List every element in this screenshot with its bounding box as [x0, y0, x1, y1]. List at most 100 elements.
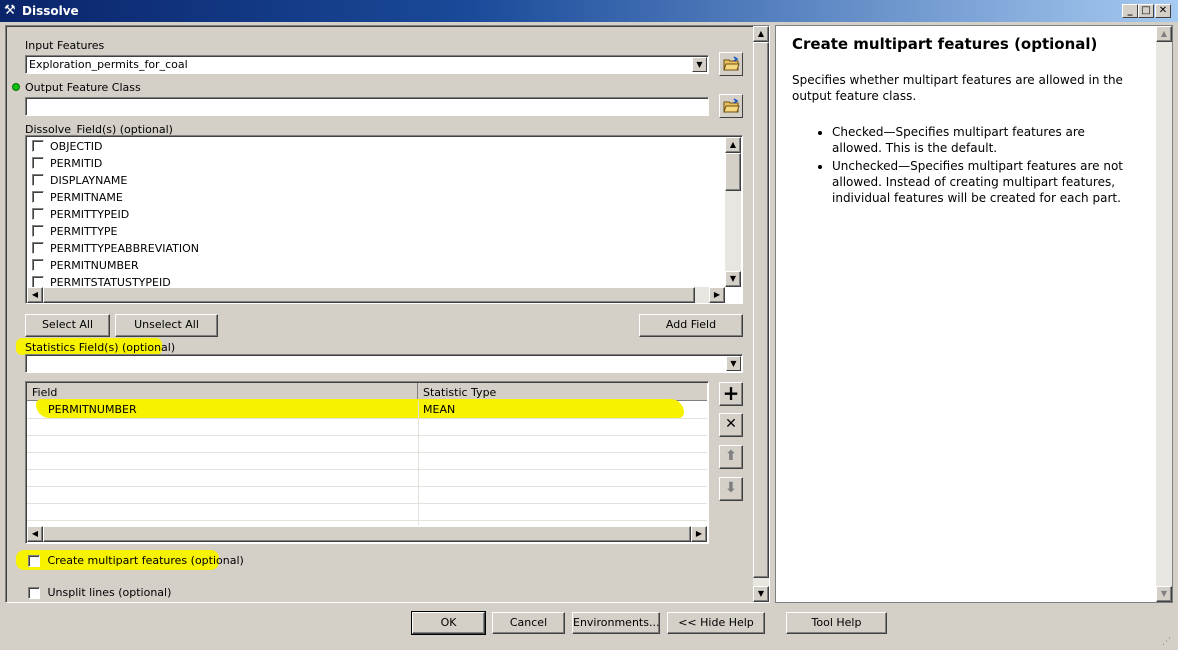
grid-header-statistic: Statistic Type: [423, 386, 497, 399]
panel-vscrollbar[interactable]: ▲ ▼: [753, 26, 769, 602]
statistics-grid: Field Statistic Type PERMITNUMBER MEAN ◀…: [25, 381, 709, 544]
dissolve-fields-list: OBJECTID PERMITID DISPLAYNAME PERMITNAME PER…: [25, 135, 743, 304]
list-item[interactable]: PERMITTYPE: [32, 223, 118, 240]
field-checkbox[interactable]: [32, 242, 44, 254]
scroll-up-icon[interactable]: ▲: [753, 26, 769, 42]
list-item[interactable]: PERMITTYPEID: [32, 206, 129, 223]
input-features-value: Exploration_permits_for_coal: [29, 58, 188, 71]
scroll-thumb[interactable]: [43, 526, 691, 542]
scroll-thumb[interactable]: [753, 42, 769, 578]
field-checkbox[interactable]: [32, 259, 44, 271]
maximize-button[interactable]: □: [1138, 4, 1154, 18]
field-label: PERMITID: [50, 157, 103, 170]
move-up-button[interactable]: ⬆: [719, 445, 743, 469]
hammer-icon: ⚒: [4, 3, 16, 18]
multipart-label: Create multipart features (optional): [47, 554, 244, 567]
help-bullet: Unchecked—Specifies multipart features a…: [832, 158, 1137, 206]
dropdown-arrow-icon[interactable]: ▼: [726, 356, 741, 371]
unselect-all-button[interactable]: Unselect All: [115, 314, 218, 337]
statistics-fields-label: Statistics Field(s) (optional): [25, 341, 176, 354]
required-indicator-icon: [12, 83, 20, 91]
list-item[interactable]: DISPLAYNAME: [32, 172, 127, 189]
grid-hscrollbar[interactable]: ◀ ▶: [27, 526, 707, 542]
multipart-checkbox[interactable]: [28, 555, 40, 567]
scroll-thumb[interactable]: [725, 153, 741, 191]
input-features-combo[interactable]: Exploration_permits_for_coal ▼: [25, 55, 709, 74]
grid-row-line: [27, 469, 707, 470]
dissolve-list-vscrollbar[interactable]: ▲ ▼: [725, 137, 741, 287]
select-all-button[interactable]: Select All: [25, 314, 110, 337]
help-title: Create multipart features (optional): [792, 35, 1098, 53]
field-label: PERMITTYPEID: [50, 208, 130, 221]
field-label: PERMITTYPE: [50, 225, 118, 238]
field-label: OBJECTID: [50, 140, 103, 153]
grid-header-field: Field: [32, 386, 58, 399]
resize-grip-icon[interactable]: ⋰: [1162, 636, 1174, 648]
tool-help-button[interactable]: Tool Help: [786, 612, 887, 634]
input-features-label: Input Features: [25, 39, 105, 52]
field-label: DISPLAYNAME: [50, 174, 128, 187]
list-item[interactable]: PERMITNUMBER: [32, 257, 139, 274]
grid-row-line: [27, 486, 707, 487]
table-row[interactable]: PERMITNUMBER MEAN: [27, 401, 707, 418]
list-item[interactable]: PERMITTYPEABBREVIATION: [32, 240, 199, 257]
title-bar: ⚒ Dissolve _ □ ✕: [0, 0, 1178, 22]
add-row-button[interactable]: +: [719, 382, 743, 406]
field-checkbox[interactable]: [32, 191, 44, 203]
unsplit-checkbox-row[interactable]: Unsplit lines (optional): [28, 586, 171, 599]
output-feature-class-input[interactable]: [25, 97, 709, 116]
multipart-checkbox-row[interactable]: Create multipart features (optional): [28, 554, 244, 567]
scroll-down-icon[interactable]: ▼: [753, 586, 769, 602]
help-bullets: Checked—Specifies multipart features are…: [792, 124, 1137, 206]
folder-open-icon: [723, 56, 740, 71]
field-checkbox[interactable]: [32, 157, 44, 169]
browse-output-button[interactable]: [719, 94, 743, 118]
list-item[interactable]: PERMITID: [32, 155, 102, 172]
grid-row-line: [27, 452, 707, 453]
grid-row-line: [27, 418, 707, 419]
browse-input-button[interactable]: [719, 52, 743, 76]
grid-row-line: [27, 503, 707, 504]
unsplit-checkbox[interactable]: [28, 587, 40, 599]
field-label: PERMITTYPEABBREVIATION: [50, 242, 200, 255]
scroll-left-icon[interactable]: ◀: [27, 526, 43, 542]
scroll-left-icon[interactable]: ◀: [27, 287, 43, 303]
grid-row-line: [27, 435, 707, 436]
list-item[interactable]: PERMITNAME: [32, 189, 123, 206]
field-checkbox[interactable]: [32, 174, 44, 186]
scroll-right-icon[interactable]: ▶: [709, 287, 725, 303]
hide-help-button[interactable]: << Hide Help: [667, 612, 765, 634]
scroll-right-icon[interactable]: ▶: [691, 526, 707, 542]
field-label: PERMITNUMBER: [50, 259, 139, 272]
move-down-button[interactable]: ⬇: [719, 477, 743, 501]
field-checkbox[interactable]: [32, 140, 44, 152]
list-item[interactable]: OBJECTID: [32, 138, 103, 155]
unsplit-label: Unsplit lines (optional): [47, 586, 172, 599]
environments-button[interactable]: Environments...: [572, 612, 660, 634]
scroll-thumb[interactable]: [43, 287, 695, 303]
delete-row-button[interactable]: ✕: [719, 413, 743, 437]
help-vscrollbar[interactable]: ▲ ▼: [1156, 26, 1172, 602]
minimize-button[interactable]: _: [1122, 4, 1138, 18]
field-label: PERMITNAME: [50, 191, 123, 204]
dropdown-arrow-icon[interactable]: ▼: [692, 57, 707, 72]
grid-column-line: [418, 401, 419, 525]
ok-button[interactable]: OK: [411, 611, 486, 635]
plus-icon: +: [722, 381, 740, 405]
cancel-button[interactable]: Cancel: [492, 612, 565, 634]
field-checkbox[interactable]: [32, 208, 44, 220]
row-field-value: PERMITNUMBER: [48, 403, 137, 416]
field-checkbox[interactable]: [32, 225, 44, 237]
scroll-up-icon[interactable]: ▲: [725, 137, 741, 153]
scroll-down-icon[interactable]: ▼: [725, 271, 741, 287]
x-icon: ✕: [725, 416, 737, 432]
scroll-down-icon[interactable]: ▼: [1156, 586, 1172, 602]
statistics-field-combo[interactable]: ▼: [25, 354, 743, 373]
help-bullet: Checked—Specifies multipart features are…: [832, 124, 1137, 156]
scroll-up-icon[interactable]: ▲: [1156, 26, 1172, 42]
arrow-up-icon: ⬆: [725, 448, 737, 464]
row-statistic-value: MEAN: [423, 403, 456, 416]
dissolve-list-hscrollbar[interactable]: ◀ ▶: [27, 287, 725, 303]
add-field-button[interactable]: Add Field: [639, 314, 743, 337]
close-button[interactable]: ✕: [1155, 4, 1171, 18]
